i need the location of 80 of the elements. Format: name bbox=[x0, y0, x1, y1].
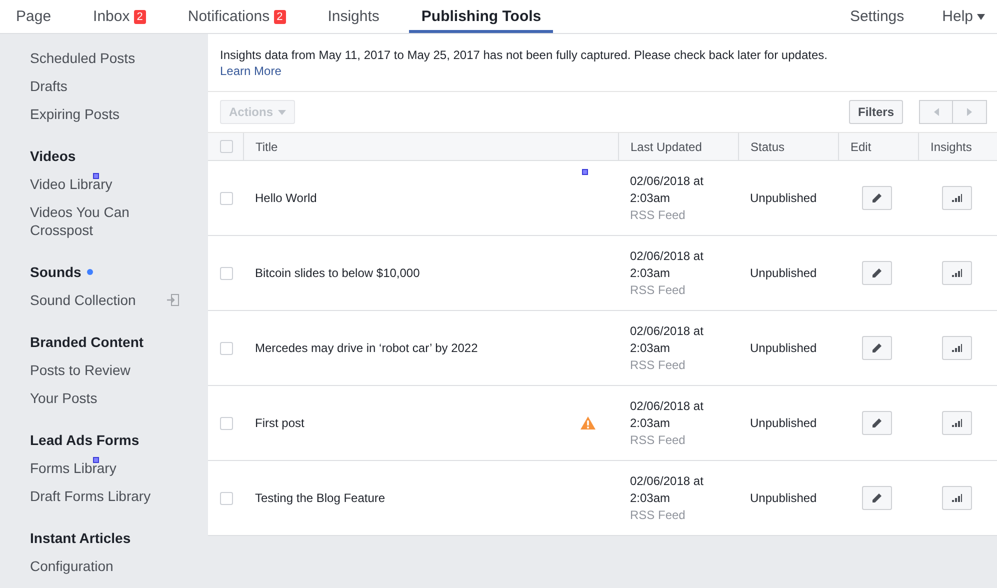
edit-button[interactable] bbox=[862, 336, 892, 360]
sidebar-item[interactable]: Forms Library bbox=[30, 459, 116, 477]
insights-button[interactable] bbox=[942, 336, 972, 360]
pencil-icon bbox=[872, 193, 882, 203]
nav-tab[interactable]: Inbox 2 bbox=[81, 0, 158, 33]
last-updated-date: 02/06/2018 at 2:03am bbox=[630, 172, 704, 206]
row-checkbox[interactable] bbox=[220, 416, 233, 430]
sidebar-item[interactable]: Draft Forms Library bbox=[30, 487, 151, 505]
post-status: Unpublished bbox=[750, 266, 817, 280]
row-checkbox[interactable] bbox=[220, 342, 233, 354]
insights-button[interactable] bbox=[942, 261, 972, 285]
sidebar-item[interactable]: Videos You Can Crosspost bbox=[30, 203, 180, 239]
section-heading: Lead Ads Forms bbox=[30, 431, 140, 450]
count-badge: 2 bbox=[134, 10, 146, 24]
sidebar-item[interactable]: Sound Collection bbox=[30, 291, 136, 309]
pencil-icon bbox=[872, 418, 882, 428]
post-source: RSS Feed bbox=[630, 432, 686, 448]
section-heading: Videos bbox=[30, 147, 76, 166]
sidebar-item[interactable]: Drafts bbox=[30, 77, 68, 95]
row-checkbox[interactable] bbox=[220, 492, 233, 504]
post-status: Unpublished bbox=[750, 191, 817, 205]
bar-chart-icon bbox=[952, 269, 962, 277]
last-updated-date: 02/06/2018 at 2:03am bbox=[630, 248, 704, 282]
last-updated-date: 02/06/2018 at 2:03am bbox=[630, 322, 704, 356]
sidebar-item[interactable]: Scheduled Posts bbox=[30, 49, 136, 67]
post-source: RSS Feed bbox=[630, 506, 686, 524]
last-updated-date: 02/06/2018 at 2:03am bbox=[630, 398, 704, 432]
right-triangle-icon bbox=[967, 108, 972, 116]
help-menu[interactable]: Help bbox=[930, 0, 997, 33]
column-header[interactable]: Status bbox=[750, 140, 785, 154]
select-all-checkbox[interactable] bbox=[220, 140, 233, 153]
post-status: Unpublished bbox=[750, 416, 817, 430]
learn-more-link[interactable]: Learn More bbox=[220, 63, 282, 79]
nav-tab[interactable]: Notifications 2 bbox=[176, 0, 298, 33]
post-source: RSS Feed bbox=[630, 206, 686, 224]
column-header[interactable]: Edit bbox=[850, 140, 872, 154]
sidebar-item[interactable]: Video Library bbox=[30, 175, 112, 193]
post-source: RSS Feed bbox=[630, 356, 686, 374]
pencil-icon bbox=[872, 343, 882, 353]
insights-button[interactable] bbox=[942, 411, 972, 435]
post-title[interactable]: Hello World bbox=[255, 191, 317, 205]
post-status: Unpublished bbox=[750, 491, 817, 505]
post-source: RSS Feed bbox=[630, 282, 686, 298]
left-triangle-icon bbox=[934, 108, 938, 116]
edit-button[interactable] bbox=[862, 411, 892, 435]
edit-button[interactable] bbox=[862, 486, 892, 510]
nav-tab[interactable]: Page bbox=[4, 0, 64, 33]
bar-chart-icon bbox=[952, 194, 962, 202]
bar-chart-icon bbox=[952, 494, 962, 502]
nav-link[interactable]: Settings bbox=[838, 0, 916, 33]
sidebar-item[interactable]: Posts to Review bbox=[30, 361, 130, 379]
pencil-icon bbox=[872, 268, 882, 278]
caret-icon bbox=[977, 14, 985, 20]
bar-chart-icon bbox=[952, 344, 962, 352]
pencil-icon bbox=[872, 493, 882, 503]
filters-button[interactable]: Filters bbox=[848, 100, 903, 124]
last-updated-date: 02/06/2018 at 2:03am bbox=[630, 472, 704, 506]
row-checkbox[interactable] bbox=[220, 266, 233, 280]
column-header[interactable]: Title bbox=[256, 140, 278, 154]
caret-icon bbox=[278, 110, 286, 114]
bar-chart-icon bbox=[952, 419, 962, 427]
post-title[interactable]: First post bbox=[255, 416, 304, 430]
section-heading: Instant Articles bbox=[30, 529, 131, 548]
nav-tab[interactable]: Insights bbox=[316, 0, 392, 33]
section-heading: Branded Content bbox=[30, 333, 144, 352]
section-heading: Sounds bbox=[30, 263, 82, 282]
notice-text: Insights data from May 11, 2017 to May 25, 2017 has not been fully captured. Please check back later for updates. bbox=[220, 48, 828, 62]
post-title[interactable]: Bitcoin slides to below $10,000 bbox=[255, 266, 420, 280]
post-status: Unpublished bbox=[750, 341, 817, 355]
edit-button[interactable] bbox=[862, 261, 892, 285]
row-checkbox[interactable] bbox=[220, 192, 233, 204]
sidebar-item[interactable]: Expiring Posts bbox=[30, 105, 120, 123]
post-title[interactable]: Testing the Blog Feature bbox=[255, 491, 386, 505]
sidebar-item[interactable]: Configuration bbox=[30, 557, 114, 575]
post-title[interactable]: Mercedes may drive in ‘robot car’ by 2022 bbox=[255, 341, 478, 355]
count-badge: 2 bbox=[274, 10, 286, 24]
insights-button[interactable] bbox=[942, 486, 972, 510]
sidebar-item[interactable]: Your Posts bbox=[30, 389, 98, 407]
insights-button[interactable] bbox=[942, 186, 972, 210]
edit-button[interactable] bbox=[862, 186, 892, 210]
